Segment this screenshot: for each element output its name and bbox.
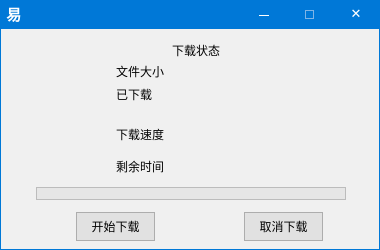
cancel-download-button[interactable]: 取消下载 [244,212,323,241]
start-download-button[interactable]: 开始下载 [76,212,155,241]
remaining-time-label: 剩余时间 [116,160,165,174]
file-size-label: 文件大小 [116,65,165,79]
status-title: 下载状态 [172,44,221,58]
speed-label: 下载速度 [116,128,165,142]
minimize-button[interactable] [241,1,287,29]
downloaded-label: 已下载 [116,88,153,102]
download-window: 易 ✕ 下载状态 文件大小 已下载 下载速度 剩余时间 开始下载 取消下载 [0,0,380,250]
app-icon: 易 [6,6,22,24]
title-bar[interactable]: 易 ✕ [1,1,379,29]
minimize-icon [259,15,269,16]
close-icon: ✕ [350,7,362,22]
maximize-icon [305,10,314,19]
close-button[interactable]: ✕ [333,1,379,29]
maximize-button [287,1,333,29]
download-progress-bar [36,187,346,200]
